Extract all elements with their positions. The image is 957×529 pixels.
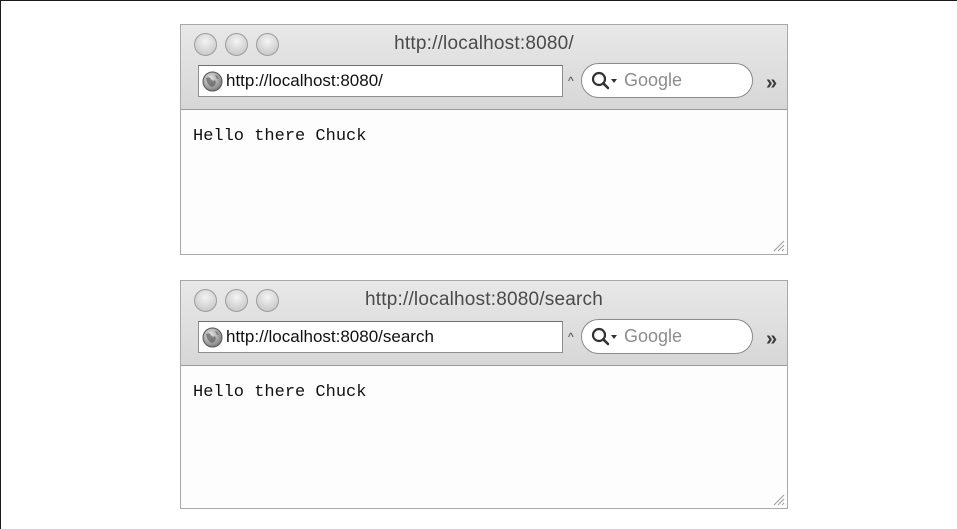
search-icon xyxy=(591,71,617,89)
browser-window-1: http://localhost:8080/ http://localhost:… xyxy=(180,24,788,255)
url-text: http://localhost:8080/ xyxy=(226,71,383,90)
toolbar-overflow-chevron[interactable]: » xyxy=(766,72,777,95)
globe-icon xyxy=(202,71,223,91)
search-placeholder: Google xyxy=(624,70,683,90)
resize-grip-icon[interactable] xyxy=(773,240,785,252)
resize-grip-icon[interactable] xyxy=(773,494,785,506)
globe-icon xyxy=(202,327,223,347)
toolbar-overflow-chevron[interactable]: » xyxy=(766,328,777,351)
url-text: http://localhost:8080/search xyxy=(226,327,434,346)
url-history-caret[interactable]: ^ xyxy=(568,331,574,343)
toolbar: http://localhost:8080/search ^ Google » xyxy=(181,319,787,357)
toolbar: http://localhost:8080/ ^ Google » xyxy=(181,63,787,101)
title-bar[interactable]: http://localhost:8080/ xyxy=(181,25,787,61)
page-body-text: Hello there Chuck xyxy=(193,127,367,146)
address-bar[interactable]: http://localhost:8080/ xyxy=(198,65,563,97)
page-content: Hello there Chuck xyxy=(181,110,787,254)
search-placeholder: Google xyxy=(624,326,683,346)
search-field[interactable]: Google xyxy=(581,319,753,354)
page-content: Hello there Chuck xyxy=(181,366,787,508)
window-title: http://localhost:8080/ xyxy=(394,33,574,54)
address-bar[interactable]: http://localhost:8080/search xyxy=(198,321,563,353)
url-history-caret[interactable]: ^ xyxy=(568,75,574,87)
browser-window-2: http://localhost:8080/search http://loca… xyxy=(180,280,788,509)
search-field[interactable]: Google xyxy=(581,63,753,98)
page-body-text: Hello there Chuck xyxy=(193,383,367,402)
search-icon xyxy=(591,327,617,345)
window-title: http://localhost:8080/search xyxy=(365,289,603,310)
browser-chrome: http://localhost:8080/ http://localhost:… xyxy=(181,25,787,110)
browser-chrome: http://localhost:8080/search http://loca… xyxy=(181,281,787,366)
title-bar[interactable]: http://localhost:8080/search xyxy=(181,281,787,317)
